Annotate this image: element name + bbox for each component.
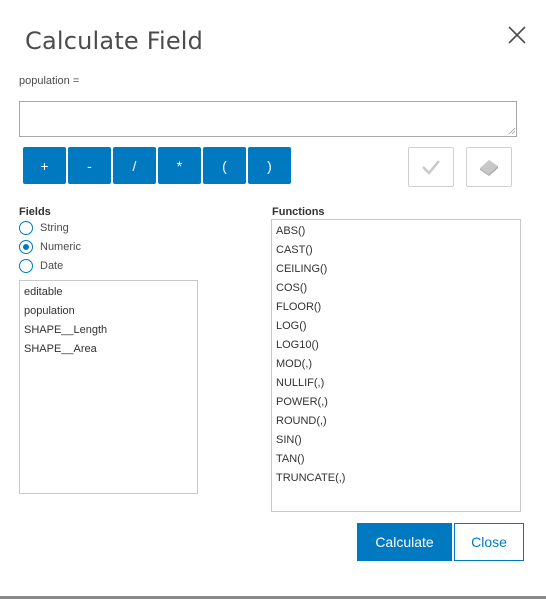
function-item[interactable]: ABS() (272, 222, 520, 241)
function-item[interactable]: FLOOR() (272, 298, 520, 317)
radio-label: Numeric (40, 241, 81, 253)
dialog-title: Calculate Field (25, 27, 204, 55)
resize-grip-icon[interactable] (508, 127, 516, 135)
radio-button[interactable] (19, 259, 33, 273)
field-item[interactable]: population (20, 302, 197, 321)
function-item[interactable]: ROUND(,) (272, 412, 520, 431)
field-item[interactable]: SHAPE__Length (20, 321, 197, 340)
operator-open-paren-button[interactable]: ( (203, 147, 246, 184)
radio-string[interactable]: String (19, 221, 69, 235)
function-item[interactable]: CAST() (272, 241, 520, 260)
function-item[interactable]: TRUNCATE(,) (272, 469, 520, 488)
function-item[interactable]: POWER(,) (272, 393, 520, 412)
function-item[interactable]: LOG10() (272, 336, 520, 355)
function-item[interactable]: SIN() (272, 431, 520, 450)
fields-list[interactable]: editable population SHAPE__Length SHAPE_… (19, 280, 198, 494)
close-icon[interactable] (506, 24, 528, 46)
operator-minus-button[interactable]: - (68, 147, 111, 184)
functions-label: Functions (272, 206, 325, 218)
field-item[interactable]: editable (20, 283, 197, 302)
function-item[interactable]: COS() (272, 279, 520, 298)
functions-list[interactable]: ABS() CAST() CEILING() COS() FLOOR() LOG… (271, 219, 521, 512)
function-item[interactable]: LOG() (272, 317, 520, 336)
operator-plus-button[interactable]: + (23, 147, 66, 184)
fields-label: Fields (19, 206, 51, 218)
expression-input[interactable] (19, 101, 517, 137)
radio-button[interactable] (19, 240, 33, 254)
validate-button[interactable] (408, 147, 454, 187)
function-item[interactable]: CEILING() (272, 260, 520, 279)
function-item[interactable]: TAN() (272, 450, 520, 469)
radio-button[interactable] (19, 221, 33, 235)
operator-multiply-button[interactable]: * (158, 147, 201, 184)
radio-date[interactable]: Date (19, 259, 63, 273)
radio-label: Date (40, 260, 64, 272)
expression-label: population = (19, 75, 80, 87)
eraser-icon (480, 160, 498, 176)
radio-label: String (40, 222, 69, 234)
close-button[interactable]: Close (454, 523, 524, 561)
clear-button[interactable] (466, 147, 512, 187)
checkmark-icon (422, 160, 440, 175)
operator-divide-button[interactable]: / (113, 147, 156, 184)
operator-buttons: + - / * ( ) (23, 147, 291, 184)
calculate-button[interactable]: Calculate (357, 523, 452, 561)
radio-numeric[interactable]: Numeric (19, 240, 81, 254)
function-item[interactable]: NULLIF(,) (272, 374, 520, 393)
function-item[interactable]: MOD(,) (272, 355, 520, 374)
operator-close-paren-button[interactable]: ) (248, 147, 291, 184)
field-item[interactable]: SHAPE__Area (20, 340, 197, 359)
